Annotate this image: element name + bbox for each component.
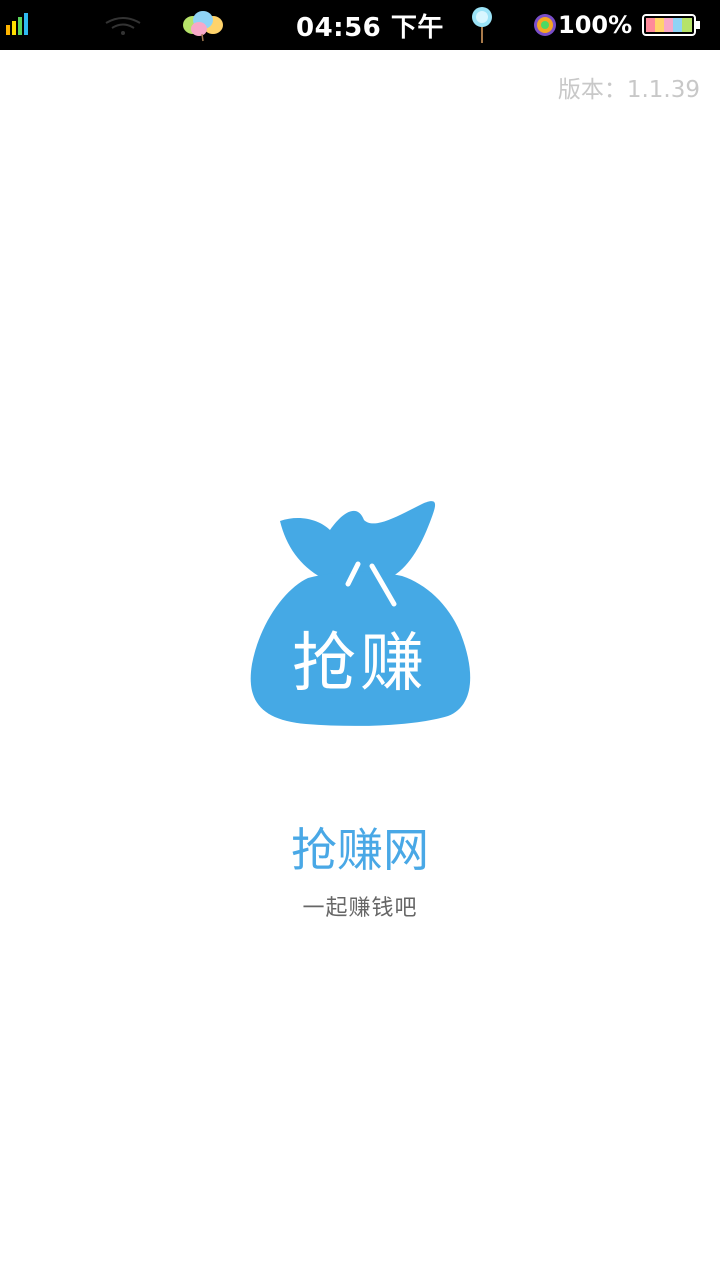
version-label: 版本：1.1.39 (557, 77, 700, 103)
battery-percent: 100% (558, 11, 633, 39)
wifi-icon (100, 0, 146, 50)
app-name: 抢赚网 (291, 823, 429, 877)
alarm-icon (532, 0, 558, 50)
battery-icon (642, 0, 702, 50)
lollipop-icon (468, 0, 496, 50)
balloons-icon (180, 0, 226, 50)
status-bar: 04:56 下午 100% (0, 0, 720, 50)
clock: 04:56 下午 (296, 12, 444, 43)
signal-icon (6, 0, 30, 50)
logo-text: 抢赚 (292, 627, 428, 701)
tagline: 一起赚钱吧 (302, 896, 418, 921)
